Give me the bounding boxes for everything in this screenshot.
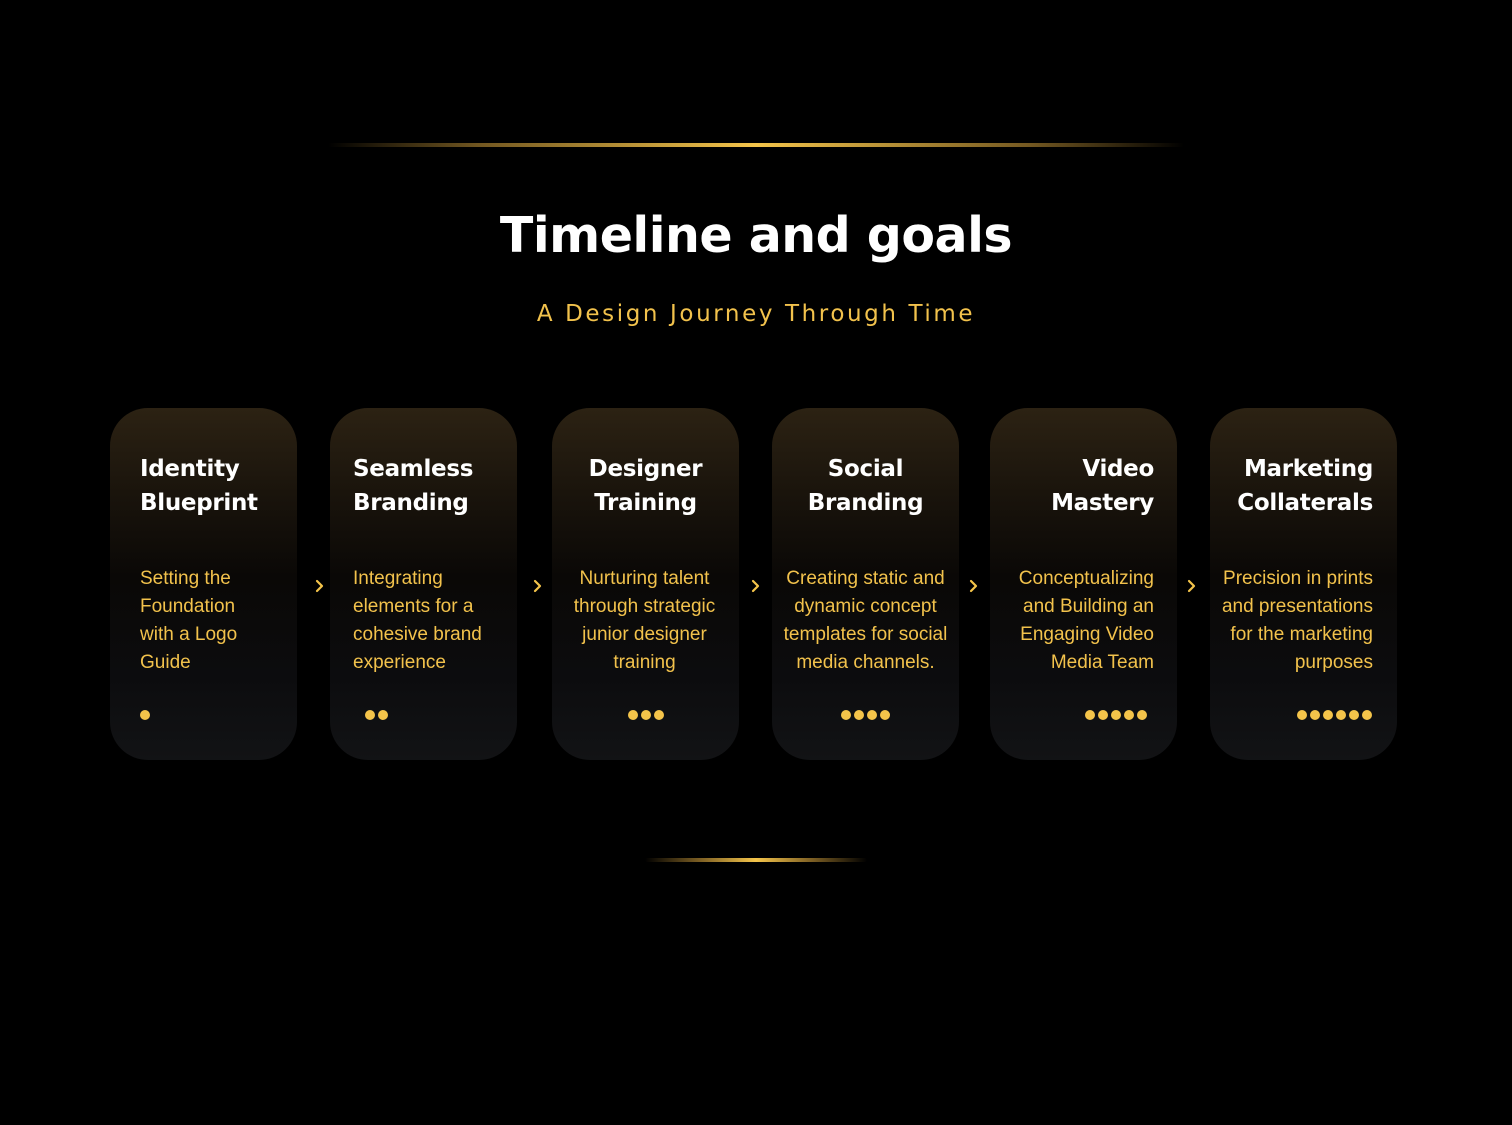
chevron-right-icon — [968, 576, 980, 596]
chevron-right-icon — [750, 576, 762, 596]
dot-icon — [365, 710, 375, 720]
dot-icon — [854, 710, 864, 720]
dot-icon — [1362, 710, 1372, 720]
step-dots — [782, 710, 949, 722]
card-description: Conceptualizing and Building an Engaging… — [1018, 568, 1154, 673]
dot-icon — [841, 710, 851, 720]
page-title: Timeline and goals — [499, 207, 1013, 264]
dot-icon — [1323, 710, 1333, 720]
dot-icon — [640, 710, 651, 720]
dot-icon — [1098, 710, 1108, 720]
timeline-card-designer-training: Designer Training Nurturing talent throu… — [552, 408, 739, 760]
dot-icon — [1336, 710, 1346, 720]
step-dots — [365, 710, 493, 722]
step-dots — [140, 710, 273, 722]
card-title: Video Mastery — [1051, 456, 1154, 516]
step-dots — [1002, 710, 1147, 722]
chevron-right-icon — [314, 576, 326, 596]
timeline-card-marketing-collaterals: Marketing Collaterals Precision in print… — [1210, 408, 1397, 760]
chevron-right-icon — [1186, 576, 1198, 596]
timeline-card-identity-blueprint: Identity Blueprint Setting the Foundatio… — [110, 408, 297, 760]
dot-icon — [1124, 710, 1134, 720]
dot-icon — [1349, 710, 1359, 720]
card-description: Setting the Foundation with a Logo Guide — [140, 568, 238, 673]
dot-icon — [1310, 710, 1320, 720]
dot-icon — [880, 710, 890, 720]
dot-icon — [867, 710, 877, 720]
dot-icon — [1137, 710, 1147, 720]
timeline-card-video-mastery: Video Mastery Conceptualizing and Buildi… — [990, 408, 1177, 760]
card-description: Integrating elements for a cohesive bran… — [353, 568, 482, 673]
dot-icon — [1111, 710, 1121, 720]
card-title: Social Branding — [807, 456, 924, 516]
timeline-card-seamless-branding: Seamless Branding Integrating elements f… — [330, 408, 517, 760]
bottom-gold-divider — [645, 858, 867, 862]
chevron-right-icon — [532, 576, 544, 596]
card-description: Creating static and dynamic concept temp… — [783, 568, 948, 673]
page-subtitle: A Design Journey Through Time — [536, 301, 976, 327]
card-title: Seamless Branding — [353, 456, 474, 516]
dot-icon — [378, 710, 388, 720]
dot-icon — [627, 710, 638, 720]
step-dots — [562, 710, 729, 722]
timeline-card-social-branding: Social Branding Creating static and dyna… — [772, 408, 959, 760]
dot-icon — [140, 710, 150, 720]
card-title: Designer Training — [588, 456, 703, 516]
top-gold-divider — [328, 143, 1184, 147]
dot-icon — [1297, 710, 1307, 720]
card-description: Nurturing talent through strategic junio… — [573, 568, 716, 673]
step-dots — [1218, 710, 1372, 722]
card-description: Precision in prints and presentations fo… — [1221, 568, 1373, 673]
card-title: Marketing Collaterals — [1237, 456, 1373, 516]
card-title: Identity Blueprint — [140, 456, 258, 516]
dot-icon — [1085, 710, 1095, 720]
dot-icon — [653, 710, 664, 720]
